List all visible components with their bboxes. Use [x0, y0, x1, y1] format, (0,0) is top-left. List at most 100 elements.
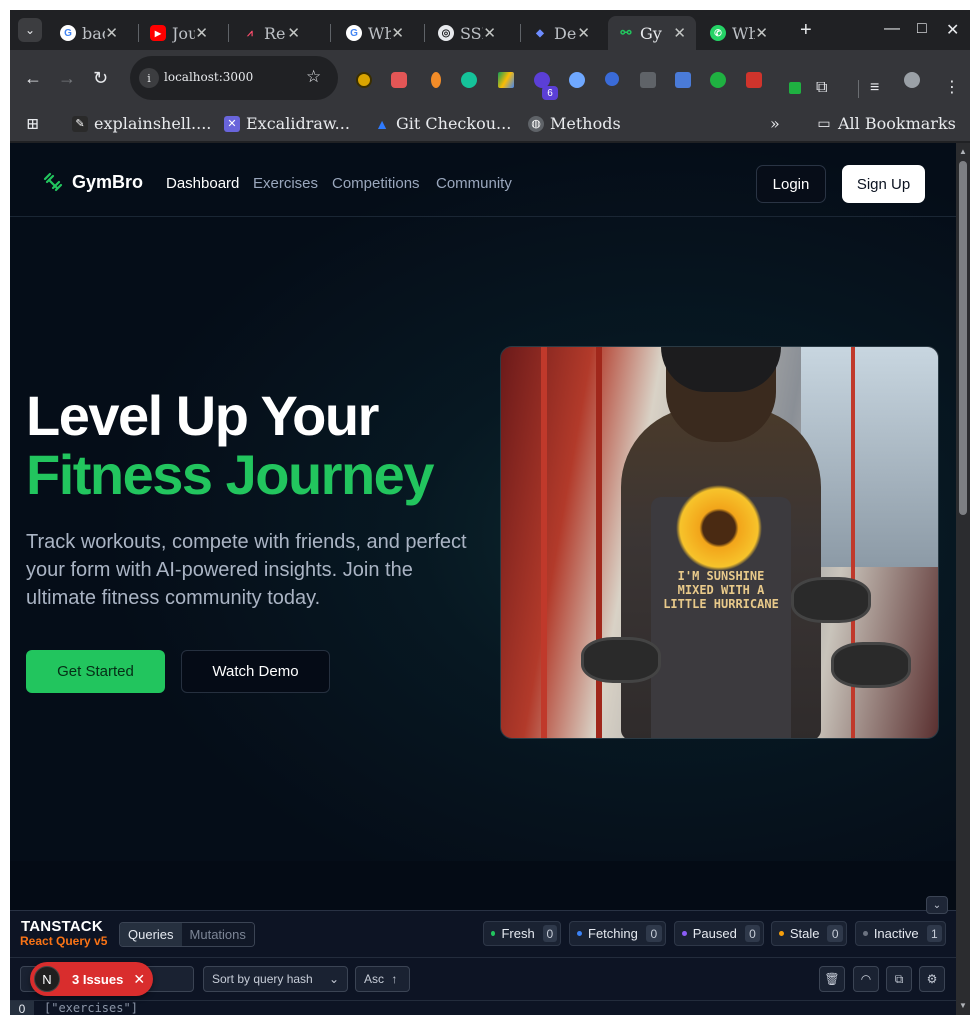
dumbbell-icon: [43, 172, 63, 192]
bookmarks-overflow-icon[interactable]: »: [770, 114, 780, 133]
browser-tab[interactable]: ⩘ Re ✕: [232, 16, 310, 50]
bookmark-item[interactable]: ▲ Git Checkou...: [374, 114, 511, 133]
scroll-down-icon[interactable]: ▼: [959, 1001, 967, 1010]
extension-icon[interactable]: [431, 72, 441, 88]
translate-icon[interactable]: [675, 72, 691, 88]
scrollbar-thumb[interactable]: [959, 161, 967, 515]
nav-dashboard[interactable]: Dashboard: [166, 175, 239, 192]
sunflower-graphic: [673, 482, 765, 574]
bookmark-star-icon[interactable]: ☆: [306, 67, 321, 87]
close-tab-icon[interactable]: ✕: [673, 24, 686, 42]
extension-icon[interactable]: [356, 72, 372, 88]
profile-avatar[interactable]: [904, 72, 920, 88]
sort-order-button[interactable]: Asc ↑: [355, 966, 410, 992]
toolbar-divider: [858, 80, 859, 98]
tab-title: De: [554, 23, 577, 43]
queries-tab[interactable]: Queries: [120, 923, 182, 946]
browser-toolbar: ← → ↻ i localhost:3000 ☆: [10, 50, 970, 106]
dismiss-issues-icon[interactable]: ✕: [133, 971, 145, 988]
grammarly-icon[interactable]: [461, 72, 477, 88]
login-button[interactable]: Login: [756, 165, 826, 203]
drive-icon[interactable]: [498, 72, 514, 88]
trash-icon[interactable]: 🗑: [819, 966, 845, 992]
google-icon: G: [346, 25, 362, 41]
search-extension-icon[interactable]: [569, 72, 585, 88]
nav-community[interactable]: Community: [436, 175, 512, 192]
shield-extension-icon[interactable]: [391, 72, 407, 88]
bookmark-item[interactable]: ✎ explainshell....: [72, 114, 211, 133]
status-inactive[interactable]: Inactive 1: [855, 921, 946, 946]
nextjs-issues-badge[interactable]: N 3 Issues ✕: [30, 962, 153, 996]
bookmark-item[interactable]: ◍ Methods: [528, 114, 621, 133]
brand-logo[interactable]: GymBro: [42, 171, 143, 193]
apps-grid-icon[interactable]: ⊞: [26, 114, 39, 133]
browser-tab-active[interactable]: ⚯ Gy ✕: [608, 16, 696, 50]
close-tab-icon[interactable]: ✕: [483, 24, 496, 42]
close-tab-icon[interactable]: ✕: [391, 24, 404, 42]
query-row[interactable]: 0 ["exercises"]: [10, 1000, 956, 1015]
reload-icon[interactable]: ↻: [93, 67, 108, 89]
hero-subtitle: Track workouts, compete with friends, an…: [26, 531, 467, 609]
extension-icon[interactable]: [789, 82, 801, 94]
maximize-icon[interactable]: □: [917, 20, 927, 38]
forward-icon[interactable]: →: [58, 67, 76, 89]
close-tab-icon[interactable]: ✕: [287, 24, 300, 42]
nextjs-logo-icon: N: [34, 966, 60, 992]
new-tab-icon[interactable]: +: [800, 19, 812, 42]
bookmarks-bar: ⊞ ✎ explainshell.... ✕ Excalidraw... ▲ G…: [10, 106, 970, 142]
page-scrollbar[interactable]: ▲ ▼: [956, 143, 970, 1015]
nav-competitions[interactable]: Competitions: [332, 175, 420, 192]
browser-tab[interactable]: ✆ Wh ✕: [700, 16, 778, 50]
whatsapp-icon: ✆: [710, 25, 726, 41]
status-stale[interactable]: Stale 0: [771, 921, 847, 946]
extension-icon[interactable]: [640, 72, 656, 88]
kebab-menu-icon[interactable]: ⋮: [944, 77, 960, 97]
status-paused[interactable]: Paused 0: [674, 921, 764, 946]
extension-icon[interactable]: [605, 72, 619, 86]
chevron-down-icon: ⌄: [328, 972, 339, 986]
close-tab-icon[interactable]: ✕: [755, 24, 768, 42]
back-icon[interactable]: ←: [24, 67, 42, 89]
minimize-icon[interactable]: —: [884, 20, 900, 38]
all-bookmarks[interactable]: ▭ All Bookmarks: [816, 114, 956, 133]
nav-exercises[interactable]: Exercises: [253, 175, 318, 192]
browser-tab[interactable]: ▶ Jou ✕: [140, 16, 218, 50]
close-tab-icon[interactable]: ✕: [105, 24, 118, 42]
issues-count-label: 3 Issues: [72, 971, 124, 987]
scroll-up-icon[interactable]: ▲: [959, 147, 967, 156]
watch-demo-button[interactable]: Watch Demo: [181, 650, 330, 693]
site-info-icon[interactable]: i: [139, 68, 159, 88]
browser-tab[interactable]: G bac ✕: [50, 16, 128, 50]
signup-button[interactable]: Sign Up: [842, 165, 925, 203]
deepseek-icon: ◆: [536, 27, 544, 39]
url-text: localhost:3000: [164, 70, 254, 84]
address-bar[interactable]: i localhost:3000 ☆: [130, 56, 338, 100]
tab-search-button[interactable]: ⌄: [18, 18, 42, 42]
extensions-puzzle-icon[interactable]: ⧉: [816, 79, 827, 97]
bookmark-item[interactable]: ✕ Excalidraw...: [224, 114, 350, 133]
sort-select[interactable]: Sort by query hash ⌄: [203, 966, 348, 992]
status-fetching[interactable]: Fetching 0: [569, 921, 666, 946]
status-fresh[interactable]: Fresh 0: [483, 921, 561, 946]
browser-tab[interactable]: G Wh ✕: [336, 16, 414, 50]
status-count: 1: [926, 925, 942, 942]
bookmark-label: Methods: [550, 114, 621, 133]
all-bookmarks-label: All Bookmarks: [838, 114, 956, 133]
mutations-tab[interactable]: Mutations: [181, 923, 254, 946]
get-started-button[interactable]: Get Started: [26, 650, 165, 693]
brand-name: GymBro: [72, 171, 144, 192]
extension-icon[interactable]: [746, 72, 762, 88]
devtools-collapse-icon[interactable]: ⌄: [926, 896, 948, 914]
close-tab-icon[interactable]: ✕: [577, 24, 590, 42]
settings-gear-icon[interactable]: ⚙: [919, 966, 945, 992]
extension-icon[interactable]: [710, 72, 726, 88]
reading-list-icon[interactable]: ≡: [870, 79, 879, 97]
close-tab-icon[interactable]: ✕: [195, 24, 208, 42]
panel-position-icon[interactable]: ⧉: [886, 966, 912, 992]
tab-divider: [138, 24, 139, 42]
wifi-icon[interactable]: ◠: [853, 966, 879, 992]
tab-divider: [228, 24, 229, 42]
window-close-icon[interactable]: ✕: [946, 20, 959, 40]
browser-tab[interactable]: ◎ SSI ✕: [428, 16, 506, 50]
browser-tab[interactable]: ◆ De ✕: [522, 16, 600, 50]
